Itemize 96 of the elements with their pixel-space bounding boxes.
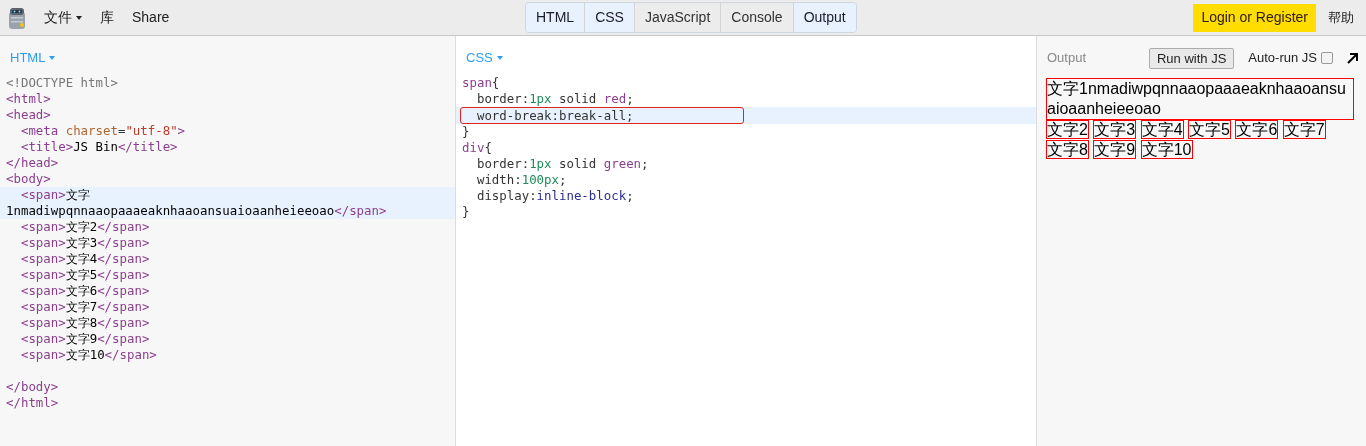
code-token: 文字2 xyxy=(65,218,98,234)
code-token: 文字6 xyxy=(65,282,98,298)
output-span: 文字5 xyxy=(1188,120,1231,139)
code-token: </span> xyxy=(97,250,150,266)
code-token: { xyxy=(491,74,500,90)
arrow-icon[interactable] xyxy=(1347,52,1358,64)
output-span: 文字8 xyxy=(1046,140,1089,159)
code-token: ; xyxy=(559,171,567,187)
code-token: solid xyxy=(558,90,598,106)
code-token: <span> xyxy=(19,346,66,362)
code-token: <!DOCTYPE html> xyxy=(6,74,118,90)
code-token: 100px xyxy=(521,171,559,187)
code-token: <meta xyxy=(19,122,60,138)
code-token: 文字3 xyxy=(65,234,98,250)
code-token: <span> xyxy=(19,250,66,266)
caret-icon xyxy=(496,55,503,60)
code-token: charset xyxy=(65,122,118,138)
code-token: 1px xyxy=(529,90,552,106)
code-token: 文字10 xyxy=(65,346,105,362)
code-token: { xyxy=(484,139,492,155)
code-token: 文字8 xyxy=(65,314,98,330)
code-token: </title> xyxy=(117,138,178,154)
code-token: <span> xyxy=(19,314,66,330)
code-token: display: xyxy=(475,187,537,203)
code-token: solid xyxy=(558,155,598,171)
code-token: </span> xyxy=(97,282,150,298)
code-token: 文字7 xyxy=(65,298,98,314)
code-token: </head> xyxy=(6,154,59,170)
robot-logo-icon xyxy=(8,5,26,30)
output-span: 文字6 xyxy=(1235,120,1279,139)
output-span: 文字1nmadiwpqnnaaopaaaeaknhaaoansuaioaanheieeoao xyxy=(1046,78,1354,120)
code-token: 文字9 xyxy=(65,330,98,346)
code-token: <title> xyxy=(19,138,74,154)
code-token: <html> xyxy=(6,90,51,106)
caret-icon xyxy=(76,15,82,20)
code-token: } xyxy=(462,203,470,219)
code-token: ; xyxy=(641,155,649,171)
code-token: border: xyxy=(475,90,530,106)
menu-item[interactable]: 库 xyxy=(100,7,114,28)
code-token: <span> xyxy=(19,330,66,346)
output-span: 文字10 xyxy=(1140,140,1193,159)
output-span: 文字3 xyxy=(1093,120,1137,139)
code-token: border: xyxy=(475,155,530,171)
code-token: green xyxy=(603,155,642,171)
code-token: 1px xyxy=(529,155,552,171)
code-token: } xyxy=(462,123,470,139)
login-button[interactable]: Login or Register xyxy=(1193,3,1316,32)
code-token: <span> xyxy=(19,234,66,250)
output-span: 文字4 xyxy=(1140,120,1184,139)
code-token: <span> xyxy=(19,266,66,282)
code-token: </span> xyxy=(97,314,150,330)
output-span: 文字7 xyxy=(1282,120,1326,139)
code-token: inline-block xyxy=(536,187,627,203)
menu-item[interactable]: Share xyxy=(132,7,170,28)
code-token: </span> xyxy=(334,202,387,218)
code-token: <span> xyxy=(19,298,66,314)
code-token: <span> xyxy=(19,186,66,202)
panel-tab[interactable]: Output xyxy=(792,3,856,32)
code-token: width: xyxy=(475,171,522,187)
code-token: <span> xyxy=(19,218,66,234)
code-token: 文字4 xyxy=(65,250,98,266)
menu-item[interactable]: 文件 xyxy=(44,7,82,28)
code-token: ; xyxy=(626,90,634,106)
code-token: <head> xyxy=(6,106,51,122)
panel-tab[interactable]: HTML xyxy=(526,3,585,32)
code-token: <body> xyxy=(6,170,51,186)
panel-label: Output xyxy=(1047,49,1087,68)
code-token: red xyxy=(603,90,627,106)
code-token: </span> xyxy=(97,266,150,282)
code-token: </span> xyxy=(97,218,150,234)
code-token: </span> xyxy=(97,234,150,250)
code-token: 1nmadiwpqnnaaopaaaeaknhaaoansuaioaanheieeoao xyxy=(6,202,335,218)
code-token: </span> xyxy=(97,330,150,346)
panel-tab[interactable]: CSS xyxy=(584,3,634,32)
code-token: </span> xyxy=(104,346,157,362)
code-token: div xyxy=(462,139,485,155)
code-token: <span> xyxy=(19,282,66,298)
code-token: = xyxy=(117,122,126,138)
code-token: "utf-8" xyxy=(125,122,178,138)
code-token: 文字5 xyxy=(65,266,98,282)
code-token: ; xyxy=(626,187,634,203)
autorun-checkbox[interactable] xyxy=(1321,52,1333,64)
autorun-label: Auto-run JS xyxy=(1248,49,1317,68)
code-token: 文字 xyxy=(65,186,90,202)
help-link[interactable]: 帮助 xyxy=(1316,7,1366,28)
code-token: word-break:break-all; xyxy=(475,107,634,123)
code-token: JS Bin xyxy=(73,138,118,154)
code-token: > xyxy=(177,122,186,138)
output-span: 文字9 xyxy=(1093,140,1137,159)
output-span: 文字2 xyxy=(1046,120,1089,139)
code-token: </html> xyxy=(6,394,59,410)
code-token: </body> xyxy=(6,378,59,394)
code-token: span xyxy=(462,74,492,90)
code-token: </span> xyxy=(97,298,150,314)
caret-icon xyxy=(49,55,56,60)
run-button[interactable]: Run with JS xyxy=(1148,47,1235,69)
